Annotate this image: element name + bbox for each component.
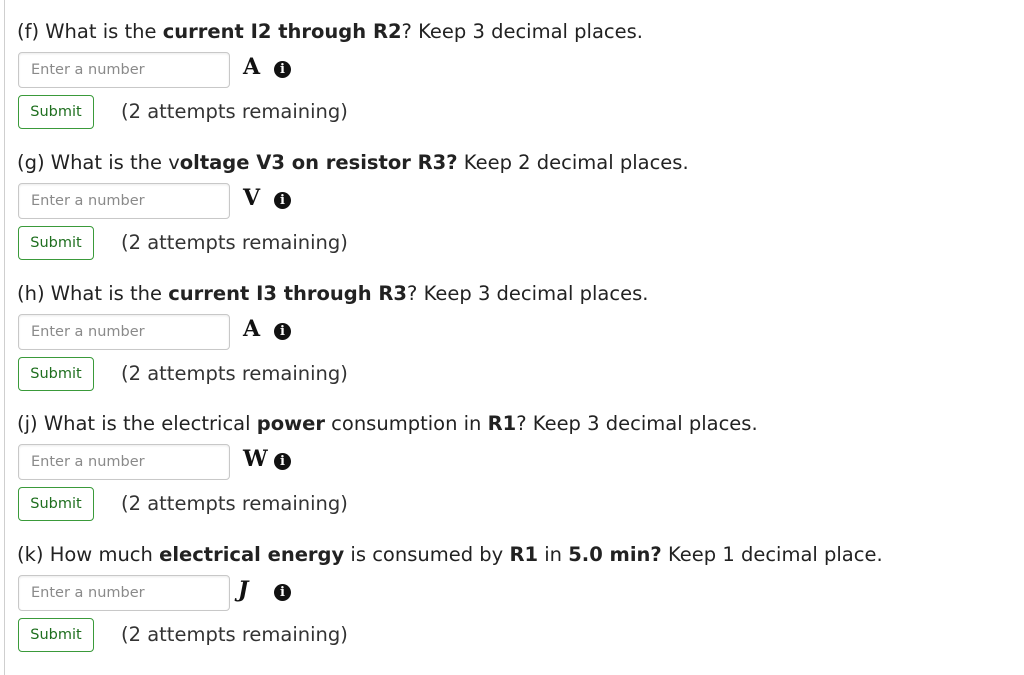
submit-button-f[interactable]: Submit	[18, 95, 94, 129]
submit-button-h[interactable]: Submit	[18, 357, 94, 391]
answer-input-k[interactable]	[18, 575, 230, 611]
question-text: (f) What is the current I2 through R2? K…	[17, 20, 643, 43]
question-text: (h) What is the current I3 through R3? K…	[17, 282, 649, 305]
info-icon[interactable]: i	[274, 323, 291, 340]
info-icon[interactable]: i	[274, 453, 291, 470]
question-text: (k) How much electrical energy is consum…	[17, 543, 883, 566]
info-icon[interactable]: i	[274, 192, 291, 209]
question-text: (j) What is the electrical power consump…	[17, 412, 758, 435]
unit-label: A	[243, 54, 261, 80]
submit-button-g[interactable]: Submit	[18, 226, 94, 260]
question-j: (j) What is the electrical power consump…	[17, 410, 1017, 541]
question-f: (f) What is the current I2 through R2? K…	[17, 18, 1017, 149]
unit-label: W	[243, 446, 268, 472]
info-icon[interactable]: i	[274, 584, 291, 601]
answer-input-f[interactable]	[18, 52, 230, 88]
attempts-remaining: (2 attempts remaining)	[121, 362, 348, 385]
attempts-remaining: (2 attempts remaining)	[121, 100, 348, 123]
question-k: (k) How much electrical energy is consum…	[17, 541, 1017, 672]
unit-label: J	[238, 577, 249, 603]
attempts-remaining: (2 attempts remaining)	[121, 231, 348, 254]
attempts-remaining: (2 attempts remaining)	[121, 492, 348, 515]
attempts-remaining: (2 attempts remaining)	[121, 623, 348, 646]
submit-button-j[interactable]: Submit	[18, 487, 94, 521]
question-h: (h) What is the current I3 through R3? K…	[17, 280, 1017, 411]
answer-input-h[interactable]	[18, 314, 230, 350]
answer-input-j[interactable]	[18, 444, 230, 480]
submit-button-k[interactable]: Submit	[18, 618, 94, 652]
unit-label: V	[243, 185, 261, 211]
question-text: (g) What is the voltage V3 on resistor R…	[17, 151, 689, 174]
answer-input-g[interactable]	[18, 183, 230, 219]
question-g: (g) What is the voltage V3 on resistor R…	[17, 149, 1017, 280]
unit-label: A	[243, 316, 261, 342]
info-icon[interactable]: i	[274, 61, 291, 78]
left-border-rule	[4, 0, 5, 675]
